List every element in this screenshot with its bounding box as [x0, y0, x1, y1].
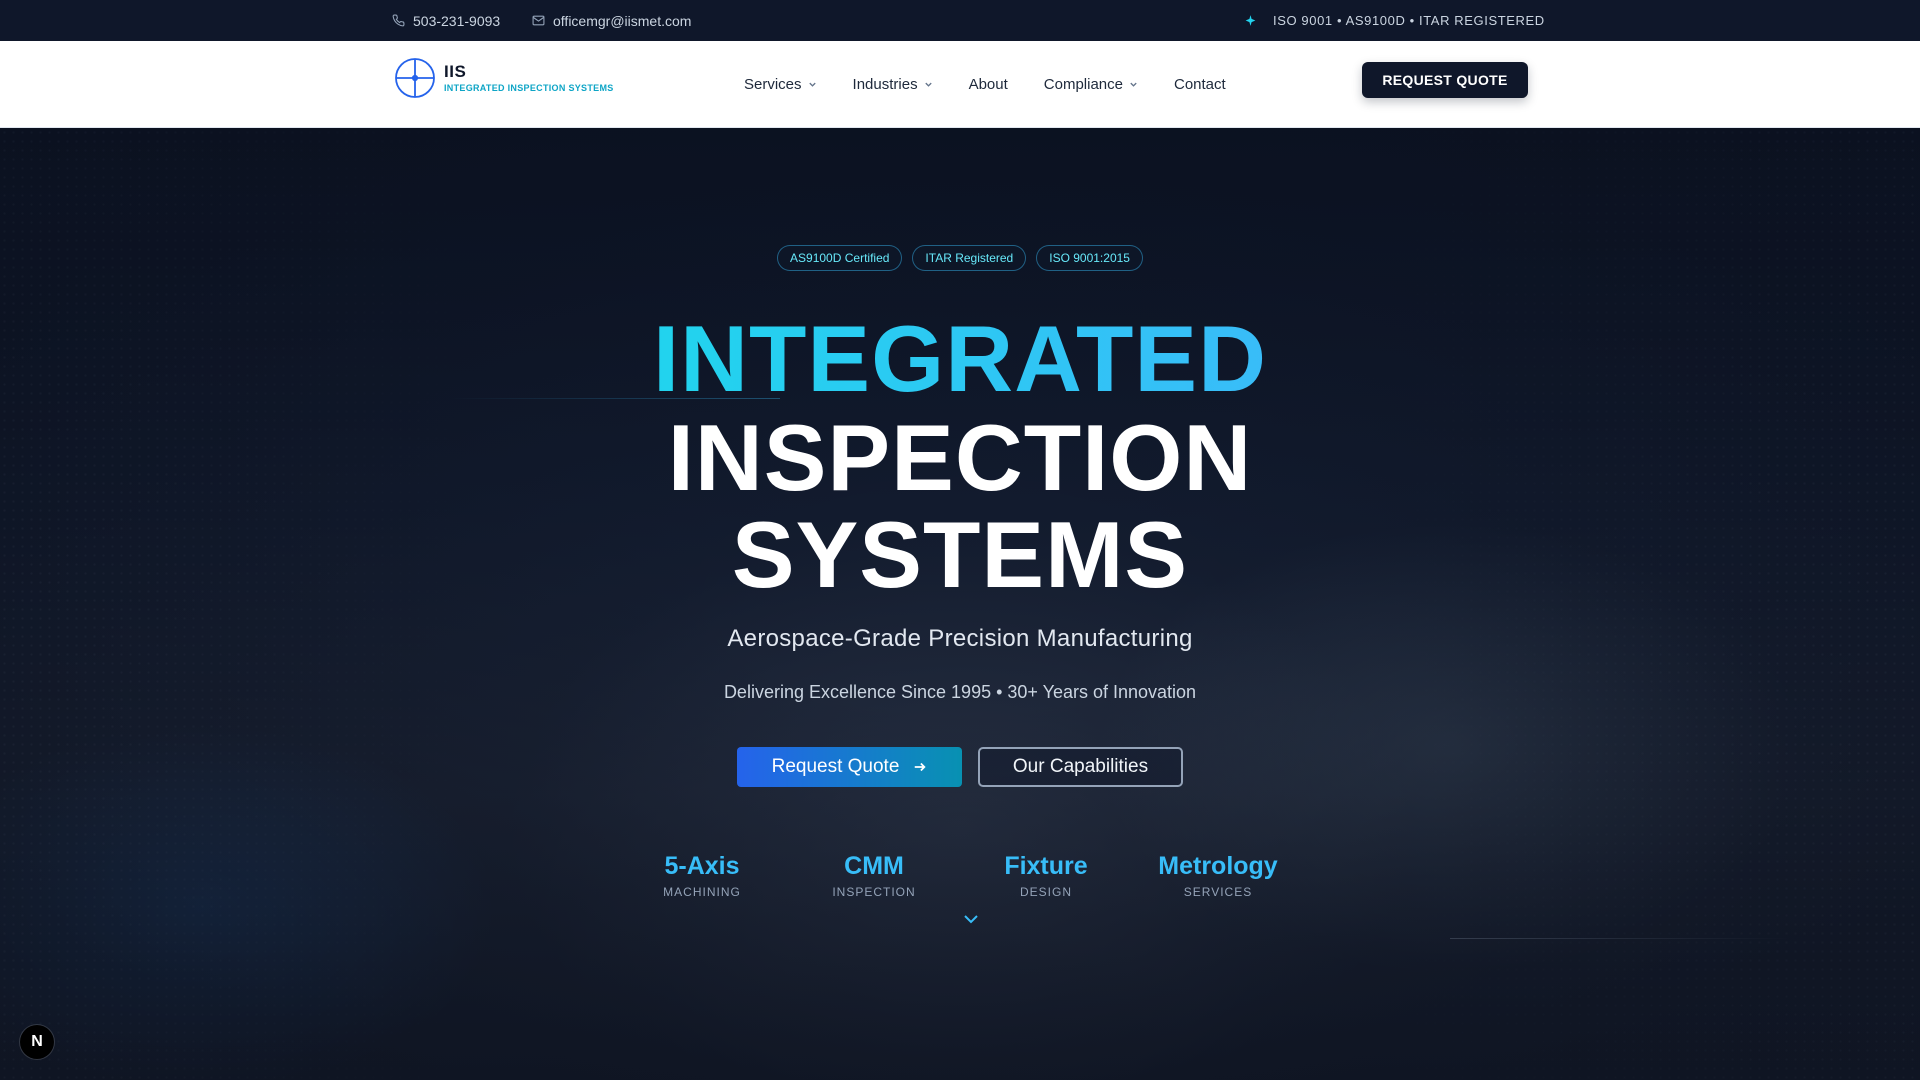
- phone-number: 503-231-9093: [413, 12, 501, 29]
- request-quote-button[interactable]: Request Quote: [737, 747, 962, 787]
- stat-value: Fixture: [1004, 852, 1088, 880]
- badge-iso9001: ISO 9001:2015: [1036, 245, 1143, 271]
- logo-subtitle: INTEGRATED INSPECTION SYSTEMS: [444, 83, 614, 93]
- scroll-down-chevron-icon[interactable]: [963, 913, 979, 925]
- certifications-notice: ISO 9001 • AS9100D • ITAR REGISTERED: [1244, 0, 1545, 41]
- dev-tools-badge[interactable]: N: [20, 1025, 54, 1059]
- top-utility-bar: 503-231-9093 officemgr@iismet.com ISO 90…: [0, 0, 1920, 41]
- badge-itar: ITAR Registered: [912, 245, 1027, 271]
- mail-icon: [532, 15, 545, 26]
- stat-label: SERVICES: [1183, 885, 1253, 899]
- nav-item-about[interactable]: About: [969, 76, 1008, 93]
- nav-item-industries[interactable]: Industries: [853, 76, 933, 93]
- nav-item-label: Compliance: [1043, 76, 1123, 93]
- nav-item-compliance[interactable]: Compliance: [1044, 76, 1138, 93]
- decorative-line: [1450, 938, 1790, 939]
- stat-item: Fixture DESIGN: [966, 852, 1126, 899]
- email-link[interactable]: officemgr@iismet.com: [532, 0, 691, 41]
- email-address: officemgr@iismet.com: [553, 12, 692, 29]
- nav-item-contact[interactable]: Contact: [1174, 76, 1226, 93]
- certifications-text: ISO 9001 • AS9100D • ITAR REGISTERED: [1273, 13, 1545, 28]
- arrow-right-icon: [915, 762, 927, 772]
- our-capabilities-button[interactable]: Our Capabilities: [978, 747, 1183, 787]
- stat-label: MACHINING: [663, 885, 741, 899]
- stat-label: DESIGN: [1019, 885, 1072, 899]
- request-quote-label: Request Quote: [771, 756, 900, 777]
- stat-label: INSPECTION: [832, 885, 916, 899]
- stat-item: Metrology SERVICES: [1138, 852, 1298, 899]
- phone-icon: [392, 14, 405, 27]
- nav-item-label: Contact: [1174, 76, 1226, 93]
- phone-link[interactable]: 503-231-9093: [392, 0, 500, 41]
- site-logo[interactable]: IIS INTEGRATED INSPECTION SYSTEMS: [394, 57, 614, 99]
- sparkle-icon: [1245, 15, 1256, 26]
- logo-title: IIS: [444, 62, 467, 81]
- stat-value: Metrology: [1158, 852, 1278, 880]
- stat-value: CMM: [844, 852, 904, 880]
- badge-as9100d: AS9100D Certified: [777, 245, 903, 271]
- hero-title-line-3: SYSTEMS: [731, 502, 1189, 607]
- stat-item: CMM INSPECTION: [794, 852, 954, 899]
- certification-badges: AS9100D Certified ITAR Registered ISO 90…: [0, 245, 1920, 271]
- chevron-down-icon: [1130, 82, 1137, 87]
- hero-title-line-2: INSPECTION: [667, 405, 1253, 510]
- hero-tagline: Delivering Excellence Since 1995 • 30+ Y…: [723, 682, 1197, 702]
- crosshair-logo-icon: [395, 58, 435, 98]
- nav-item-label: Industries: [852, 76, 918, 93]
- chevron-down-icon: [808, 82, 816, 87]
- nav-menu: Services Industries About Compliance Con…: [744, 41, 1226, 128]
- chevron-down-icon: [924, 82, 932, 87]
- request-quote-nav-button[interactable]: REQUEST QUOTE: [1362, 62, 1528, 98]
- hero-subtitle: Aerospace-Grade Precision Manufacturing: [727, 625, 1193, 652]
- stat-item: 5-Axis MACHINING: [622, 852, 782, 899]
- nav-item-label: About: [968, 76, 1008, 93]
- stat-value: 5-Axis: [664, 852, 740, 880]
- nav-item-label: Services: [744, 76, 802, 93]
- main-navigation: IIS INTEGRATED INSPECTION SYSTEMS Servic…: [0, 41, 1920, 128]
- nav-item-services[interactable]: Services: [744, 76, 817, 93]
- hero-title-line-1: INTEGRATED: [0, 312, 1920, 406]
